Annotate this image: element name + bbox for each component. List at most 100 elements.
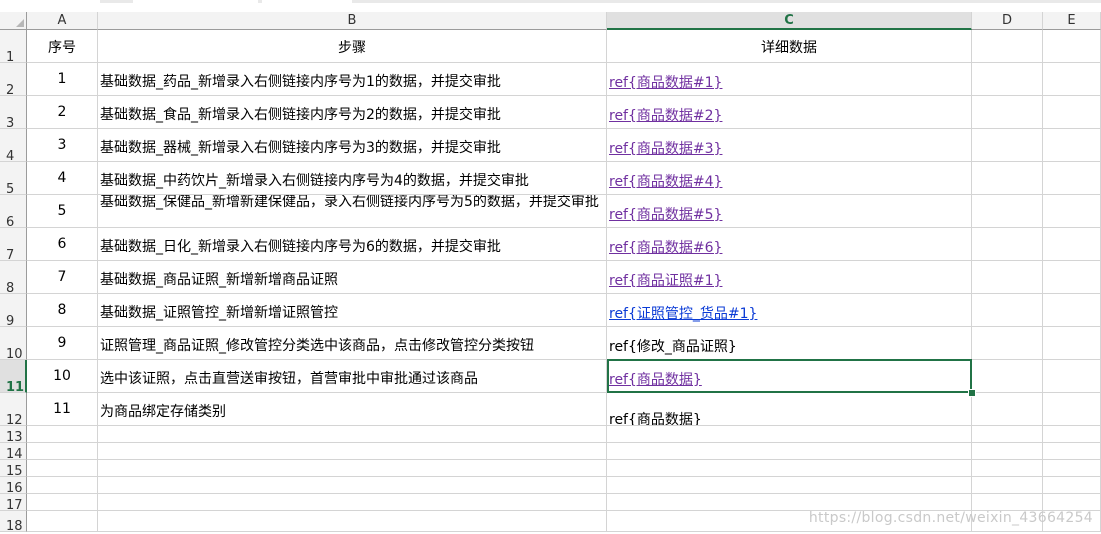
cell-c5-text[interactable]: ref{商品数据#4} (609, 171, 969, 191)
row-header-14[interactable]: 14 (0, 443, 27, 462)
cell-d12[interactable] (972, 393, 1043, 426)
cell-d6[interactable] (972, 195, 1043, 228)
cell-b18[interactable] (98, 511, 607, 532)
row-header-18[interactable]: 18 (0, 511, 27, 534)
cell-b15[interactable] (98, 460, 607, 477)
cell-b4[interactable]: 基础数据_器械_新增录入右侧链接内序号为3的数据，并提交审批 (98, 129, 607, 162)
cell-a17[interactable] (27, 494, 98, 511)
row-header-8[interactable]: 8 (0, 261, 27, 296)
column-header-d[interactable]: D (972, 12, 1043, 30)
cell-d4[interactable] (972, 129, 1043, 162)
cell-b13[interactable] (98, 426, 607, 443)
cell-e7[interactable] (1043, 228, 1101, 261)
cell-a16[interactable] (27, 477, 98, 494)
row-header-15[interactable]: 15 (0, 460, 27, 479)
row-header-12[interactable]: 12 (0, 393, 27, 428)
cell-d16[interactable] (972, 477, 1043, 494)
cell-a7[interactable]: 6 (27, 228, 98, 261)
cell-c16[interactable] (607, 477, 972, 494)
cell-c8[interactable]: ref{商品证照#1} (607, 261, 972, 294)
row-header-1[interactable]: 1 (0, 30, 27, 65)
row-header-7[interactable]: 7 (0, 228, 27, 263)
cell-c7-text[interactable]: ref{商品数据#6} (609, 237, 969, 257)
cell-c6-text[interactable]: ref{商品数据#5} (609, 204, 969, 224)
cell-b6[interactable]: 基础数据_保健品_新增新建保健品，录入右侧链接内序号为5的数据，并提交审批 (98, 195, 607, 228)
cell-e13[interactable] (1043, 426, 1101, 443)
cell-d7[interactable] (972, 228, 1043, 261)
cell-a2[interactable]: 1 (27, 63, 98, 96)
cell-e11[interactable] (1043, 360, 1101, 393)
cell-b9[interactable]: 基础数据_证照管控_新增新增证照管控 (98, 294, 607, 327)
select-all-corner[interactable] (0, 12, 27, 30)
cell-c14[interactable] (607, 443, 972, 460)
cell-e16[interactable] (1043, 477, 1101, 494)
cell-d3[interactable] (972, 96, 1043, 129)
column-header-c[interactable]: C (607, 12, 972, 30)
cell-a1[interactable]: 序号 (27, 30, 98, 63)
cell-b2[interactable]: 基础数据_药品_新增录入右侧链接内序号为1的数据，并提交审批 (98, 63, 607, 96)
cell-c10[interactable]: ref{修改_商品证照} (607, 327, 972, 360)
cell-c3-text[interactable]: ref{商品数据#2} (609, 105, 969, 125)
cell-d14[interactable] (972, 443, 1043, 460)
cell-a18[interactable] (27, 511, 98, 532)
cell-c4-text[interactable]: ref{商品数据#3} (609, 138, 969, 158)
cell-e9[interactable] (1043, 294, 1101, 327)
row-header-5[interactable]: 5 (0, 162, 27, 197)
row-header-13[interactable]: 13 (0, 426, 27, 445)
cell-a9[interactable]: 8 (27, 294, 98, 327)
row-header-16[interactable]: 16 (0, 477, 27, 496)
cell-a6[interactable]: 5 (27, 195, 98, 228)
row-header-11[interactable]: 11 (0, 360, 27, 395)
cell-b10[interactable]: 证照管理_商品证照_修改管控分类选中该商品，点击修改管控分类按钮 (98, 327, 607, 360)
cell-c9-text[interactable]: ref{证照管控_货品#1} (609, 303, 969, 323)
cell-c17[interactable] (607, 494, 972, 511)
cell-b14[interactable] (98, 443, 607, 460)
cell-b3[interactable]: 基础数据_食品_新增录入右侧链接内序号为2的数据，并提交审批 (98, 96, 607, 129)
cell-c3[interactable]: ref{商品数据#2} (607, 96, 972, 129)
cell-a14[interactable] (27, 443, 98, 460)
row-header-17[interactable]: 17 (0, 494, 27, 513)
cell-e14[interactable] (1043, 443, 1101, 460)
row-header-3[interactable]: 3 (0, 96, 27, 131)
cell-c9[interactable]: ref{证照管控_货品#1} (607, 294, 972, 327)
cell-d5[interactable] (972, 162, 1043, 195)
cell-b5[interactable]: 基础数据_中药饮片_新增录入右侧链接内序号为4的数据，并提交审批 (98, 162, 607, 195)
cell-a8[interactable]: 7 (27, 261, 98, 294)
row-header-2[interactable]: 2 (0, 63, 27, 98)
row-header-6[interactable]: 6 (0, 195, 27, 230)
row-header-9[interactable]: 9 (0, 294, 27, 329)
cell-b7[interactable]: 基础数据_日化_新增录入右侧链接内序号为6的数据，并提交审批 (98, 228, 607, 261)
cell-e17[interactable] (1043, 494, 1101, 511)
cell-b8[interactable]: 基础数据_商品证照_新增新增商品证照 (98, 261, 607, 294)
cell-e1[interactable] (1043, 30, 1101, 63)
cell-c2[interactable]: ref{商品数据#1} (607, 63, 972, 96)
cell-b16[interactable] (98, 477, 607, 494)
cell-d8[interactable] (972, 261, 1043, 294)
column-header-a[interactable]: A (27, 12, 98, 30)
cell-a12[interactable]: 11 (27, 393, 98, 426)
cell-d13[interactable] (972, 426, 1043, 443)
cell-e5[interactable] (1043, 162, 1101, 195)
cell-c13[interactable] (607, 426, 972, 443)
cell-c11-text[interactable]: ref{商品数据} (609, 369, 969, 389)
cell-c11[interactable]: ref{商品数据} (607, 360, 972, 393)
cell-e10[interactable] (1043, 327, 1101, 360)
cell-a11[interactable]: 10 (27, 360, 98, 393)
cell-c6[interactable]: ref{商品数据#5} (607, 195, 972, 228)
cell-a13[interactable] (27, 426, 98, 443)
column-header-e[interactable]: E (1043, 12, 1101, 30)
cell-c2-text[interactable]: ref{商品数据#1} (609, 72, 969, 92)
cell-e12[interactable] (1043, 393, 1101, 426)
column-header-b[interactable]: B (98, 12, 607, 30)
cell-c8-text[interactable]: ref{商品证照#1} (609, 270, 969, 290)
cell-c4[interactable]: ref{商品数据#3} (607, 129, 972, 162)
cell-e2[interactable] (1043, 63, 1101, 96)
cell-a3[interactable]: 2 (27, 96, 98, 129)
cell-d1[interactable] (972, 30, 1043, 63)
row-header-4[interactable]: 4 (0, 129, 27, 164)
cell-b17[interactable] (98, 494, 607, 511)
cell-c15[interactable] (607, 460, 972, 477)
cell-d17[interactable] (972, 494, 1043, 511)
cell-e15[interactable] (1043, 460, 1101, 477)
cell-a10[interactable]: 9 (27, 327, 98, 360)
